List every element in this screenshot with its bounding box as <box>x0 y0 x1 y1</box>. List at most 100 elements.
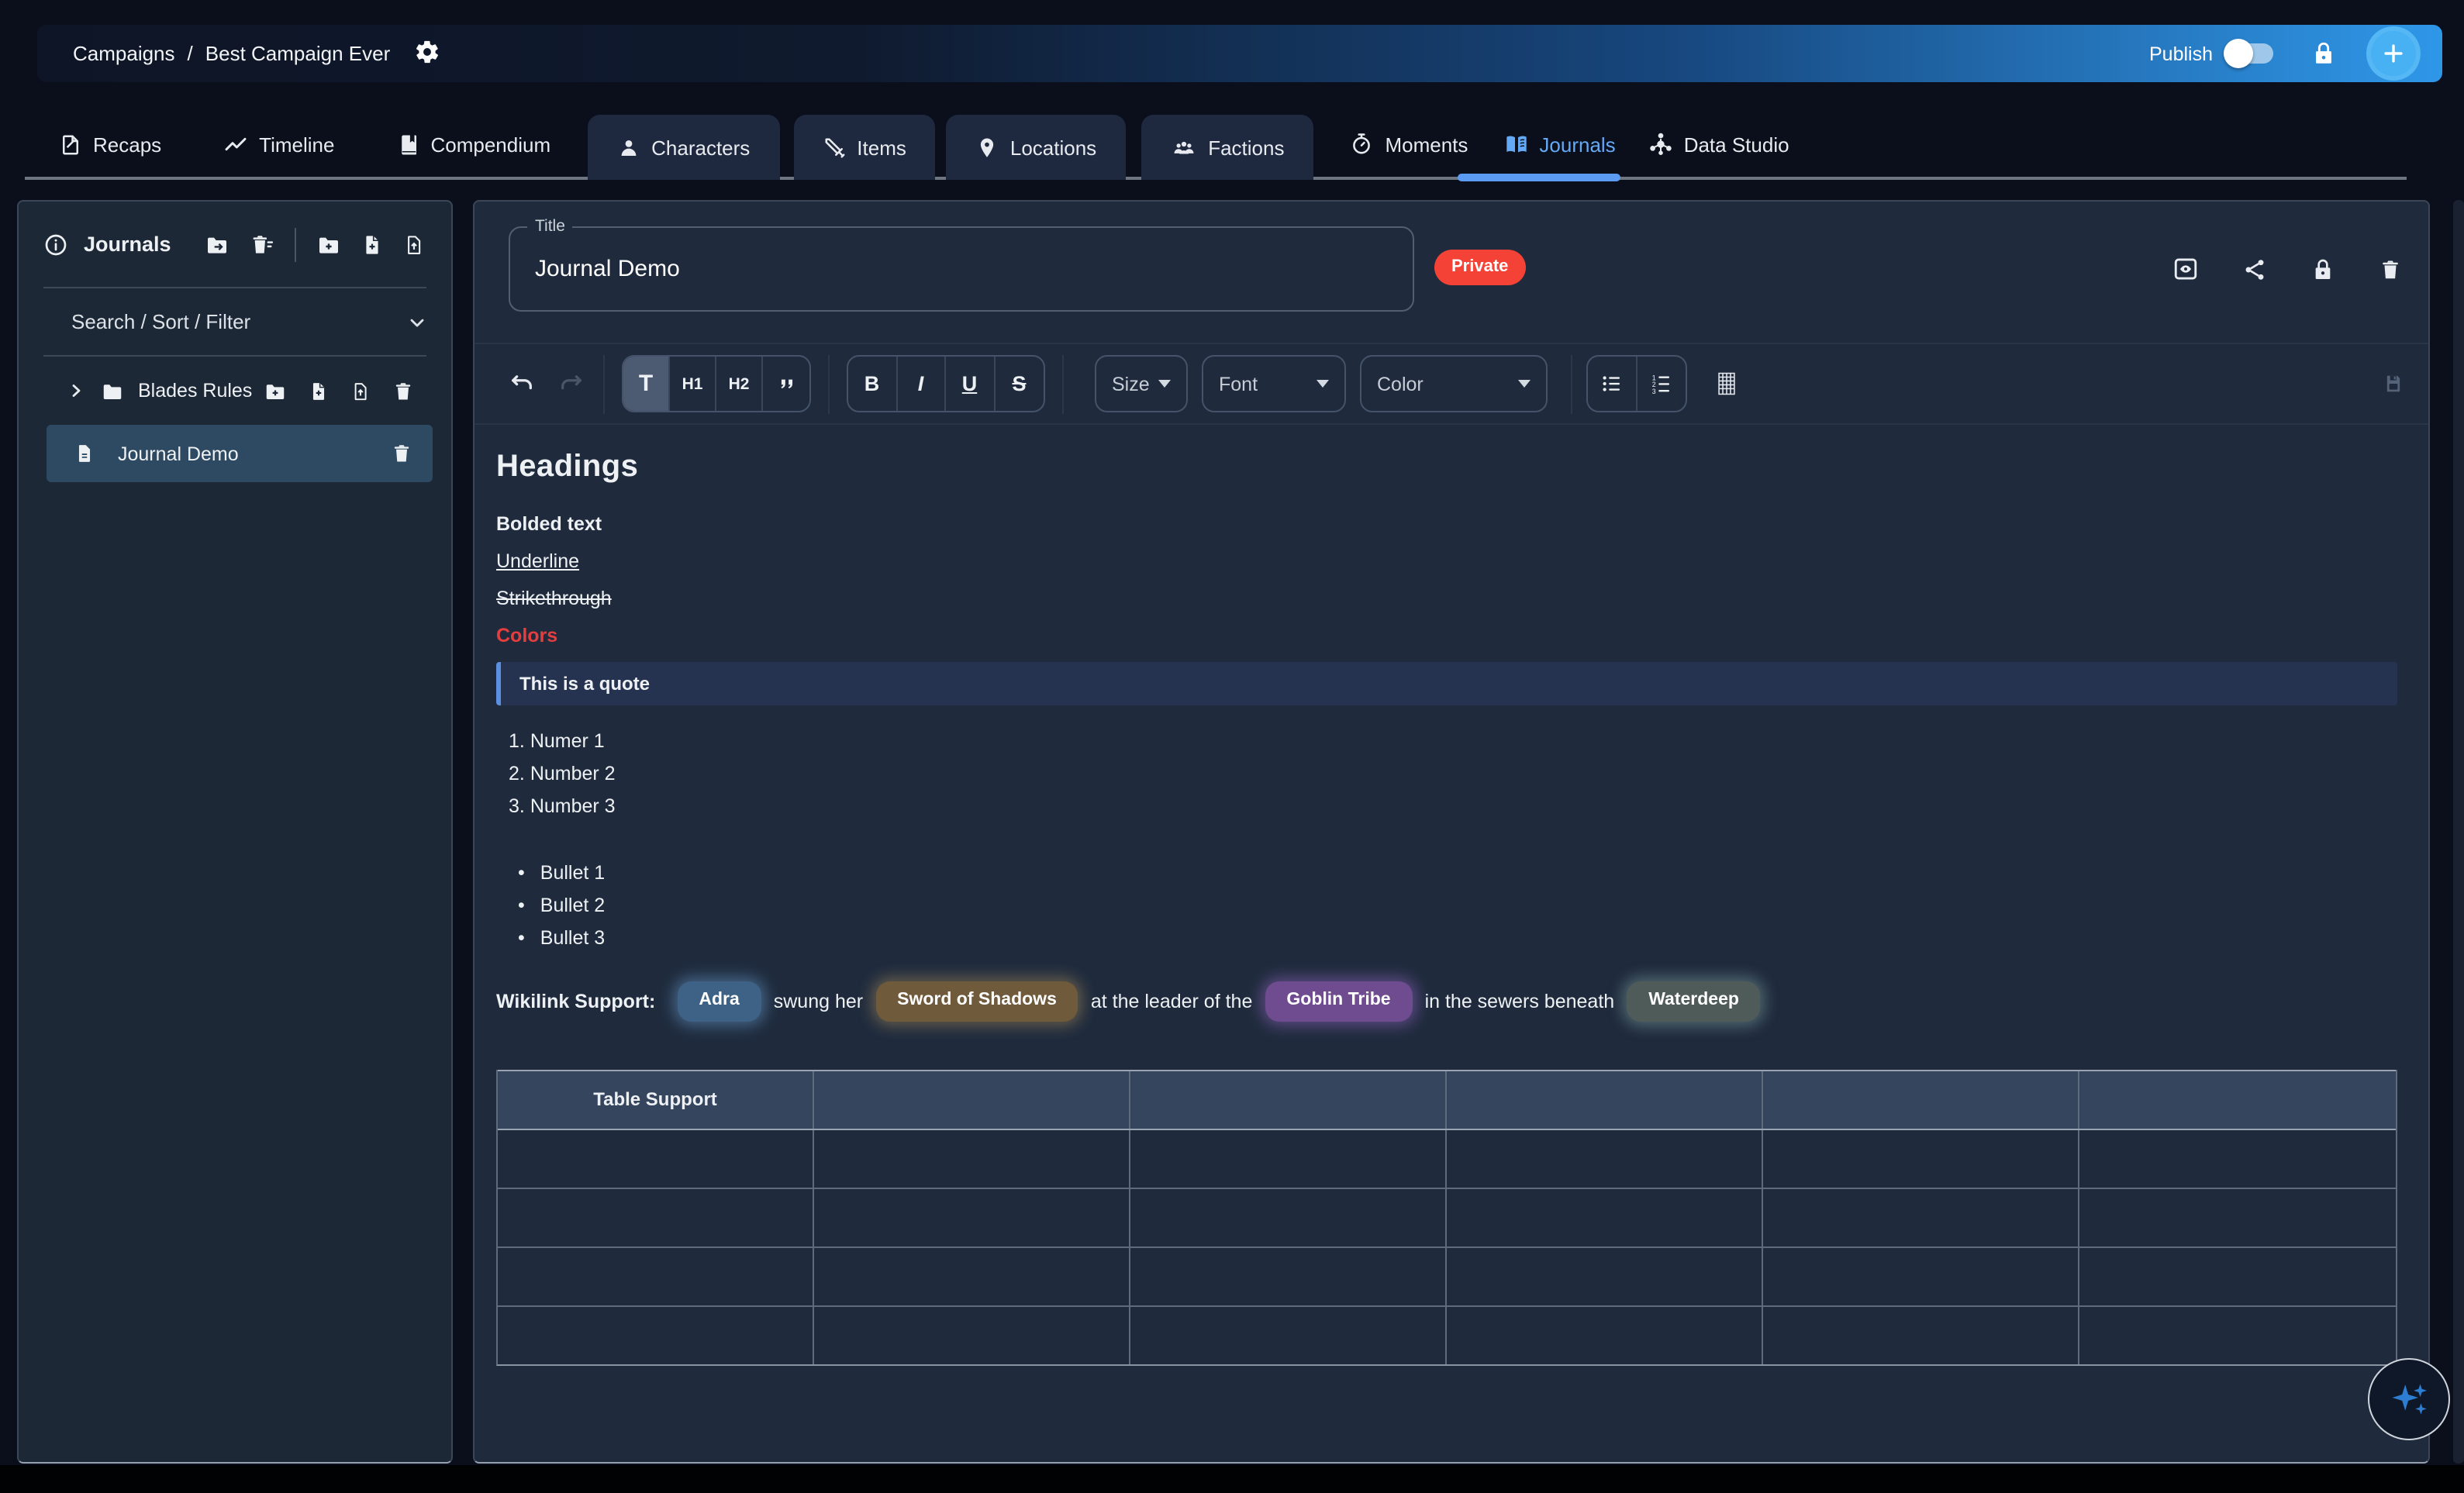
tab-recaps[interactable]: Recaps <box>59 133 161 157</box>
tab-locations[interactable]: Locations <box>947 115 1126 180</box>
paragraph-format-button[interactable]: T <box>623 357 670 411</box>
import-file-icon[interactable] <box>403 232 425 257</box>
table-cell[interactable] <box>814 1247 1130 1305</box>
publish-toggle[interactable] <box>2227 43 2273 64</box>
lock-icon[interactable] <box>2310 40 2337 67</box>
table-cell[interactable] <box>1130 1306 1447 1364</box>
add-button[interactable] <box>2366 26 2421 81</box>
bulk-delete-icon[interactable] <box>250 232 274 257</box>
h2-format-button[interactable]: H2 <box>716 357 763 411</box>
tab-journals[interactable]: Journals <box>1503 132 1615 157</box>
new-folder-icon[interactable] <box>264 379 287 402</box>
table-cell[interactable] <box>1763 1247 2079 1305</box>
strikethrough-button[interactable]: S <box>995 357 1044 411</box>
wikilink-item-sword-of-shadows[interactable]: Sword of Shadows <box>875 981 1078 1021</box>
table-cell[interactable] <box>498 1247 814 1305</box>
journals-sidebar: Journals Se <box>17 200 453 1464</box>
file-name: Journal Demo <box>118 443 239 464</box>
trash-icon[interactable] <box>392 379 414 402</box>
table-cell[interactable] <box>2079 1247 2396 1305</box>
numbered-list-button[interactable]: 123 <box>1637 357 1686 411</box>
bold-button[interactable]: B <box>848 357 897 411</box>
caret-down-icon <box>1158 380 1171 388</box>
table-header-cell[interactable] <box>1763 1071 2079 1128</box>
save-button[interactable] <box>2383 371 2404 397</box>
new-folder-icon[interactable] <box>316 232 341 257</box>
share-icon[interactable] <box>2242 257 2267 281</box>
color-dropdown[interactable]: Color <box>1360 355 1548 412</box>
tab-compendium[interactable]: Compendium <box>396 133 550 157</box>
wikilink-character-adra[interactable]: Adra <box>677 981 761 1021</box>
wikilink-faction-goblin-tribe[interactable]: Goblin Tribe <box>1265 981 1412 1021</box>
import-file-icon[interactable] <box>350 379 371 402</box>
toolbar-separator <box>1571 354 1572 413</box>
table-cell[interactable] <box>1447 1188 1763 1246</box>
wikilink-location-waterdeep[interactable]: Waterdeep <box>1627 981 1761 1021</box>
table-cell[interactable] <box>1130 1247 1447 1305</box>
table-cell[interactable] <box>1763 1129 2079 1187</box>
table-cell[interactable] <box>1447 1306 1763 1364</box>
table-cell[interactable] <box>1130 1188 1447 1246</box>
insert-table-button[interactable] <box>1713 369 1740 398</box>
ai-assistant-button[interactable] <box>2368 1358 2450 1440</box>
bullet-list-button[interactable] <box>1588 357 1637 411</box>
blockquote-button[interactable] <box>763 357 809 411</box>
lock-icon[interactable] <box>2310 257 2335 281</box>
preview-icon[interactable] <box>2172 256 2199 282</box>
delete-journal-icon[interactable] <box>2379 257 2402 281</box>
table-header-cell[interactable] <box>1447 1071 1763 1128</box>
tree-file-journal-demo-selected[interactable]: Journal Demo <box>47 425 433 482</box>
list-item: Numer 1 <box>509 726 2397 758</box>
privacy-badge[interactable]: Private <box>1434 250 1525 285</box>
tab-data-studio[interactable]: Data Studio <box>1648 132 1789 157</box>
new-file-icon[interactable] <box>309 379 329 402</box>
table-cell[interactable] <box>498 1188 814 1246</box>
redo-button[interactable] <box>557 371 586 397</box>
info-icon[interactable] <box>43 232 68 257</box>
size-dropdown[interactable]: Size <box>1095 355 1188 412</box>
quote-text: This is a quote <box>519 673 650 695</box>
breadcrumb-current-campaign[interactable]: Best Campaign Ever <box>205 42 390 65</box>
tab-moments[interactable]: Moments <box>1349 132 1468 157</box>
table-cell[interactable] <box>1763 1306 2079 1364</box>
new-file-icon[interactable] <box>361 232 383 257</box>
table-cell[interactable] <box>814 1188 1130 1246</box>
scrollbar[interactable] <box>2453 200 2464 1464</box>
tab-timeline[interactable]: Timeline <box>223 132 334 157</box>
wikilink-text: at the leader of the <box>1091 991 1253 1012</box>
title-input[interactable] <box>510 228 1413 310</box>
table-cell[interactable] <box>1763 1188 2079 1246</box>
journal-document[interactable]: Headings Bolded text Underline Strikethr… <box>475 425 2428 1365</box>
table-cell[interactable] <box>498 1129 814 1187</box>
tab-characters[interactable]: Characters <box>588 115 779 180</box>
table-cell[interactable] <box>2079 1188 2396 1246</box>
tree-folder-blades-rules[interactable]: Blades Rules <box>19 357 451 425</box>
campaign-settings-button[interactable] <box>413 38 440 69</box>
table-cell[interactable] <box>2079 1129 2396 1187</box>
font-dropdown[interactable]: Font <box>1202 355 1346 412</box>
table-cell[interactable] <box>1130 1129 1447 1187</box>
undo-button[interactable] <box>507 371 537 397</box>
italic-button[interactable]: I <box>897 357 946 411</box>
tab-factions[interactable]: Factions <box>1141 115 1313 180</box>
breadcrumb-campaigns[interactable]: Campaigns <box>73 42 175 65</box>
table-cell[interactable] <box>1447 1129 1763 1187</box>
doc-heading: Headings <box>496 450 2397 485</box>
trash-icon[interactable] <box>391 442 412 465</box>
tab-items[interactable]: Items <box>793 115 936 180</box>
chevron-right-icon[interactable] <box>67 381 85 400</box>
table-cell[interactable] <box>814 1129 1130 1187</box>
move-folder-icon[interactable] <box>205 232 229 257</box>
search-sort-filter-toggle[interactable]: Search / Sort / Filter <box>19 288 451 355</box>
table-cell[interactable] <box>1447 1247 1763 1305</box>
table-cell[interactable] <box>2079 1306 2396 1364</box>
table-cell[interactable] <box>814 1306 1130 1364</box>
table-header-cell[interactable] <box>814 1071 1130 1128</box>
underline-button[interactable]: U <box>946 357 995 411</box>
h1-format-button[interactable]: H1 <box>670 357 716 411</box>
sword-icon <box>823 136 846 159</box>
table-header-cell[interactable]: Table Support <box>498 1071 814 1128</box>
table-header-cell[interactable] <box>2079 1071 2396 1128</box>
table-header-cell[interactable] <box>1130 1071 1447 1128</box>
table-cell[interactable] <box>498 1306 814 1364</box>
